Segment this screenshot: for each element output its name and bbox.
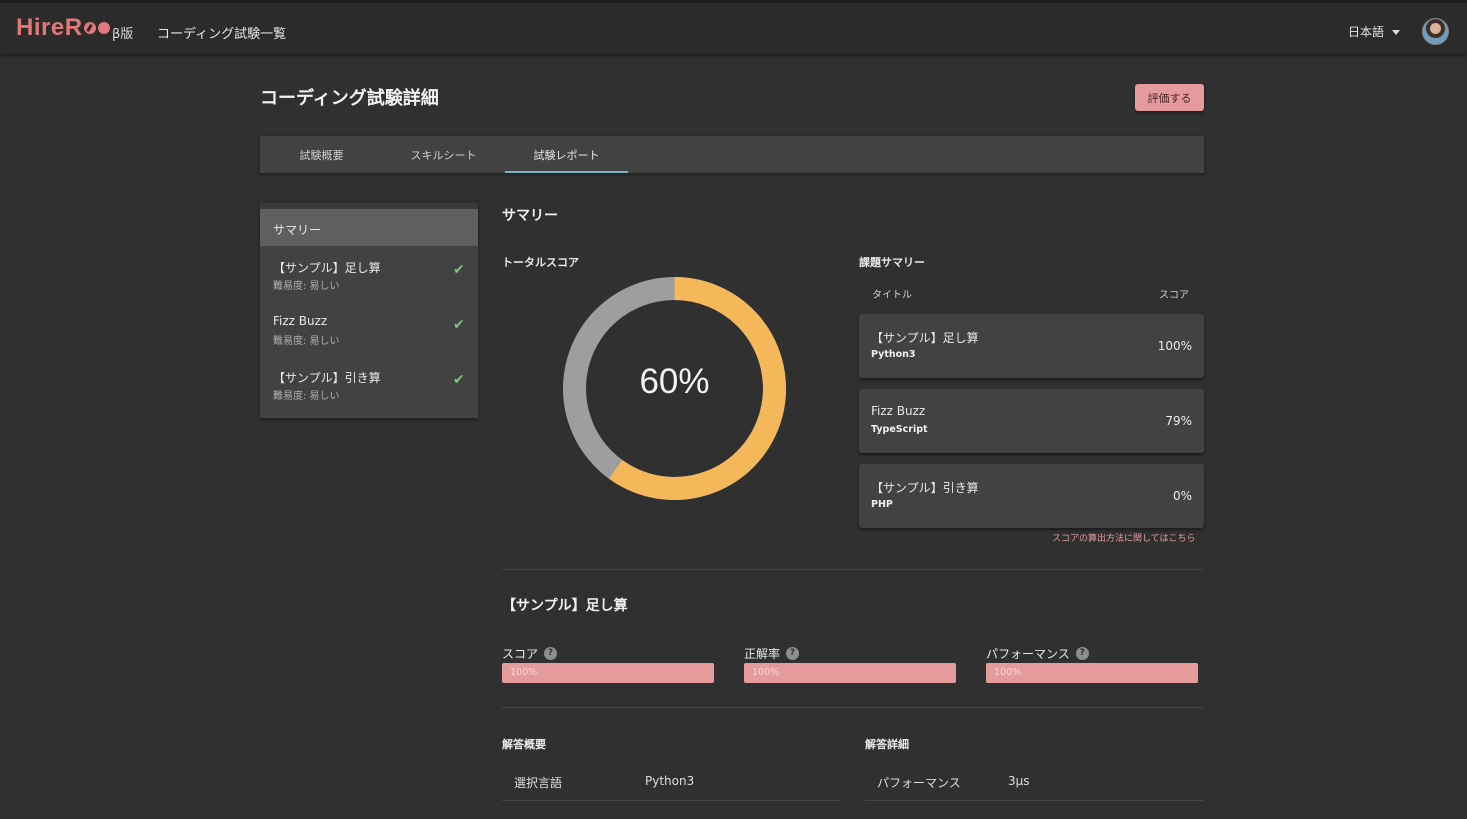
metric-score-bar: 100% xyxy=(502,663,714,683)
progress-value: 100% xyxy=(510,667,538,678)
metric-label-text: 正解率 xyxy=(744,647,781,661)
metric-score-label: スコア ? xyxy=(502,645,558,662)
sidebar-item-difficulty: 難易度: 易しい xyxy=(273,281,340,292)
row-key: パフォーマンス xyxy=(877,776,961,790)
task-summary-card[interactable]: Fizz Buzz TypeScript 79% xyxy=(859,389,1204,453)
task-summary-card[interactable]: 【サンプル】足し算 Python3 100% xyxy=(859,314,1204,378)
answer-overview-label: 解答概要 xyxy=(502,738,546,751)
evaluate-button[interactable]: 評価する xyxy=(1135,84,1204,111)
progress-value: 100% xyxy=(994,667,1022,678)
task-language: PHP xyxy=(871,499,893,510)
sidebar-item-difficulty: 難易度: 易しい xyxy=(273,336,340,347)
check-icon: ✔ xyxy=(453,372,465,388)
page-title: コーディング試験詳細 xyxy=(260,88,439,109)
sidebar-item-label: Fizz Buzz xyxy=(273,314,328,328)
sidebar: サマリー 【サンプル】足し算 難易度: 易しい ✔ Fizz Buzz 難易度:… xyxy=(260,203,478,418)
row-value: 3μs xyxy=(1008,774,1030,788)
section-divider xyxy=(502,707,1204,708)
task-name: 【サンプル】引き算 xyxy=(871,481,979,495)
double-circle-logo-icon xyxy=(83,22,112,34)
metric-accuracy-label: 正解率 ? xyxy=(744,645,800,662)
answer-detail-label: 解答詳細 xyxy=(865,738,909,751)
check-icon: ✔ xyxy=(453,317,465,333)
task-score: 79% xyxy=(1165,414,1192,428)
row-key: 選択言語 xyxy=(514,776,563,790)
task-name: Fizz Buzz xyxy=(871,404,926,418)
logo-text: HireR xyxy=(16,14,83,41)
task-score: 100% xyxy=(1157,339,1192,353)
tab-test-overview[interactable]: 試験概要 xyxy=(260,136,383,173)
sidebar-item-task[interactable]: 【サンプル】足し算 難易度: 易しい ✔ xyxy=(260,246,478,301)
section-divider xyxy=(502,569,1204,570)
avatar[interactable] xyxy=(1422,18,1449,45)
row-value: Python3 xyxy=(645,774,695,788)
help-icon[interactable]: ? xyxy=(544,647,558,660)
help-icon[interactable]: ? xyxy=(786,647,800,660)
task-summary-label: 課題サマリー xyxy=(859,256,925,269)
metric-accuracy-bar: 100% xyxy=(744,663,956,683)
detail-row: パフォーマンス 3μs xyxy=(865,765,1204,801)
task-name: 【サンプル】足し算 xyxy=(871,331,979,345)
sidebar-item-task[interactable]: 【サンプル】引き算 難易度: 易しい ✔ xyxy=(260,356,478,411)
check-icon: ✔ xyxy=(453,262,465,278)
task-language: TypeScript xyxy=(871,424,928,435)
column-header-score: スコア xyxy=(1159,290,1189,301)
tab-test-report[interactable]: 試験レポート xyxy=(505,136,628,173)
sidebar-item-summary[interactable]: サマリー xyxy=(260,209,478,246)
sidebar-item-task[interactable]: Fizz Buzz 難易度: 易しい ✔ xyxy=(260,301,478,356)
task-summary-card[interactable]: 【サンプル】引き算 PHP 0% xyxy=(859,464,1204,528)
metric-label-text: パフォーマンス xyxy=(986,647,1070,661)
total-score-value: 60% xyxy=(639,362,710,401)
column-header-title: タイトル xyxy=(872,290,912,301)
metric-performance-label: パフォーマンス ? xyxy=(986,645,1089,662)
sidebar-item-difficulty: 難易度: 易しい xyxy=(273,391,340,402)
overview-row: 選択言語 Python3 xyxy=(502,765,841,801)
chevron-down-icon[interactable] xyxy=(1392,30,1400,35)
nav-coding-test-list[interactable]: コーディング試験一覧 xyxy=(157,23,286,42)
metric-label-text: スコア xyxy=(502,647,539,661)
total-score-label: トータルスコア xyxy=(502,256,579,269)
tab-bar: 試験概要 スキルシート 試験レポート xyxy=(260,136,1204,173)
task-score: 0% xyxy=(1172,489,1192,503)
metric-performance-bar: 100% xyxy=(986,663,1198,683)
language-select[interactable]: 日本語 xyxy=(1348,23,1384,40)
tab-skill-sheet[interactable]: スキルシート xyxy=(382,136,505,173)
task-detail-title: 【サンプル】足し算 xyxy=(502,598,628,614)
sidebar-item-label: 【サンプル】引き算 xyxy=(273,371,381,385)
summary-title: サマリー xyxy=(502,208,558,224)
top-app-bar: HireR β版 コーディング試験一覧 日本語 xyxy=(0,0,1467,54)
hireroo-logo[interactable]: HireR xyxy=(16,14,112,42)
task-language: Python3 xyxy=(871,349,916,360)
progress-value: 100% xyxy=(752,667,780,678)
score-method-link[interactable]: スコアの算出方法に関してはこちら xyxy=(1052,531,1196,544)
sidebar-item-label: 【サンプル】足し算 xyxy=(273,261,381,275)
beta-label: β版 xyxy=(112,27,134,42)
help-icon[interactable]: ? xyxy=(1075,647,1089,660)
